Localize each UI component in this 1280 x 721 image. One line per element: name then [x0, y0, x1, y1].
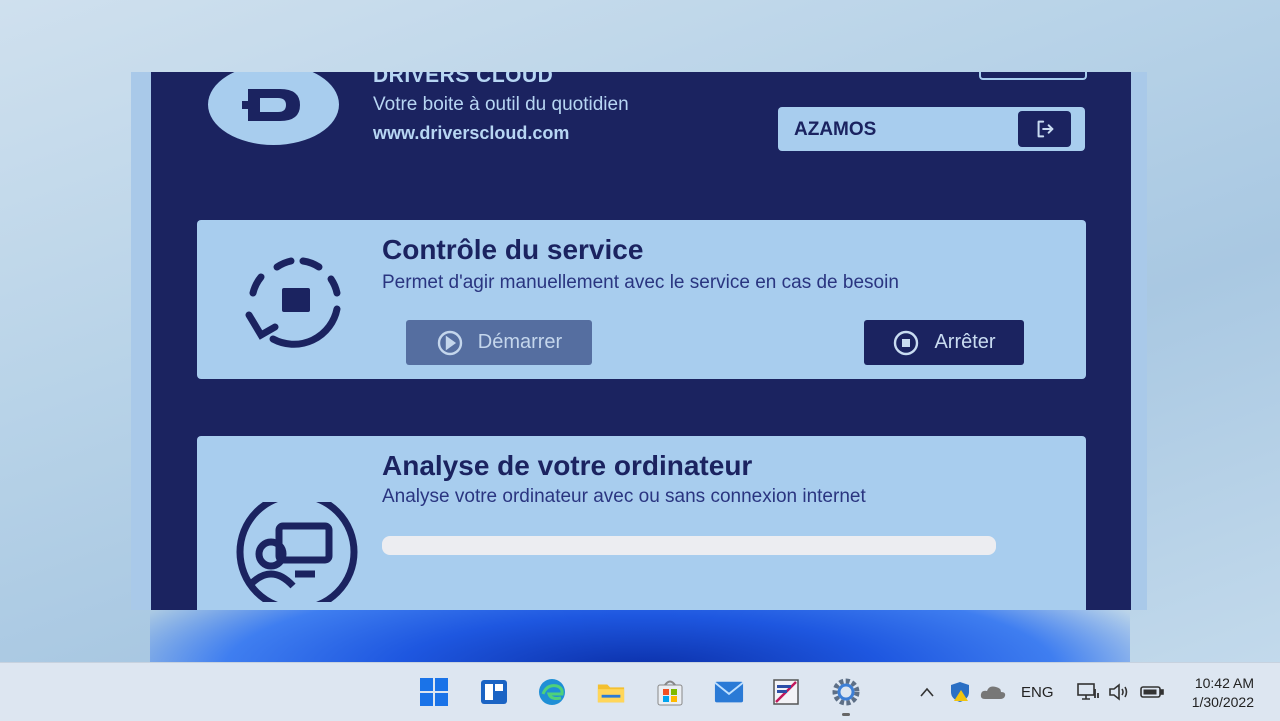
start-button-label: Démarrer — [477, 331, 563, 353]
analysis-progress-bar — [382, 536, 996, 555]
service-control-card: Contrôle du service Permet d'agir manuel… — [197, 220, 1086, 379]
language-indicator[interactable]: ENG — [1021, 684, 1054, 701]
app-icon[interactable] — [771, 677, 801, 707]
computer-analysis-card: Analyse de votre ordinateur Analyse votr… — [197, 436, 1086, 610]
network-icon[interactable] — [1074, 677, 1102, 707]
brand-name: DRIVERS CLOUD — [373, 72, 554, 87]
settings-icon[interactable] — [831, 677, 861, 707]
service-refresh-icon — [239, 253, 353, 354]
onedrive-icon[interactable] — [978, 677, 1008, 707]
security-warning-icon[interactable] — [946, 677, 974, 707]
service-card-subtitle: Permet d'agir manuellement avec le servi… — [382, 272, 899, 293]
battery-icon[interactable] — [1138, 677, 1166, 707]
stop-button-label: Arrêter — [934, 331, 996, 353]
logout-icon — [1037, 120, 1053, 138]
analysis-card-title: Analyse de votre ordinateur — [382, 450, 753, 481]
brand-url: www.driverscloud.com — [373, 123, 570, 143]
computer-scan-icon — [235, 491, 359, 610]
chevron-up-icon[interactable] — [915, 677, 939, 707]
file-explorer-icon[interactable] — [596, 677, 626, 707]
stop-icon — [894, 330, 919, 355]
drivers-cloud-window: DRIVERS CLOUD Votre boite à outil du quo… — [131, 72, 1147, 610]
brand-tagline: Votre boite à outil du quotidien — [373, 94, 629, 115]
user-name: AZAMOS — [794, 119, 877, 140]
user-account-box: AZAMOS — [778, 107, 1085, 151]
clock-date[interactable]: 1/30/2022 — [1192, 694, 1254, 710]
start-service-button[interactable]: Démarrer — [406, 320, 592, 365]
logout-button[interactable] — [1018, 111, 1071, 147]
analysis-card-subtitle: Analyse votre ordinateur avec ou sans co… — [382, 486, 866, 507]
stop-service-button[interactable]: Arrêter — [864, 320, 1024, 365]
top-right-button[interactable] — [979, 72, 1087, 80]
windows-taskbar: ENG 10:42 AM 1/30/2022 — [0, 662, 1280, 721]
play-icon — [437, 330, 462, 355]
service-card-title: Contrôle du service — [382, 234, 644, 265]
start-icon[interactable] — [419, 677, 449, 707]
edge-icon[interactable] — [537, 677, 567, 707]
widgets-icon[interactable] — [479, 677, 509, 707]
volume-icon[interactable] — [1105, 677, 1133, 707]
clock-time[interactable]: 10:42 AM — [1195, 675, 1254, 691]
drivers-cloud-logo — [208, 72, 339, 145]
store-icon[interactable] — [655, 677, 685, 707]
mail-icon[interactable] — [714, 677, 744, 707]
app-content: DRIVERS CLOUD Votre boite à outil du quo… — [151, 72, 1131, 610]
active-app-indicator — [842, 713, 850, 716]
